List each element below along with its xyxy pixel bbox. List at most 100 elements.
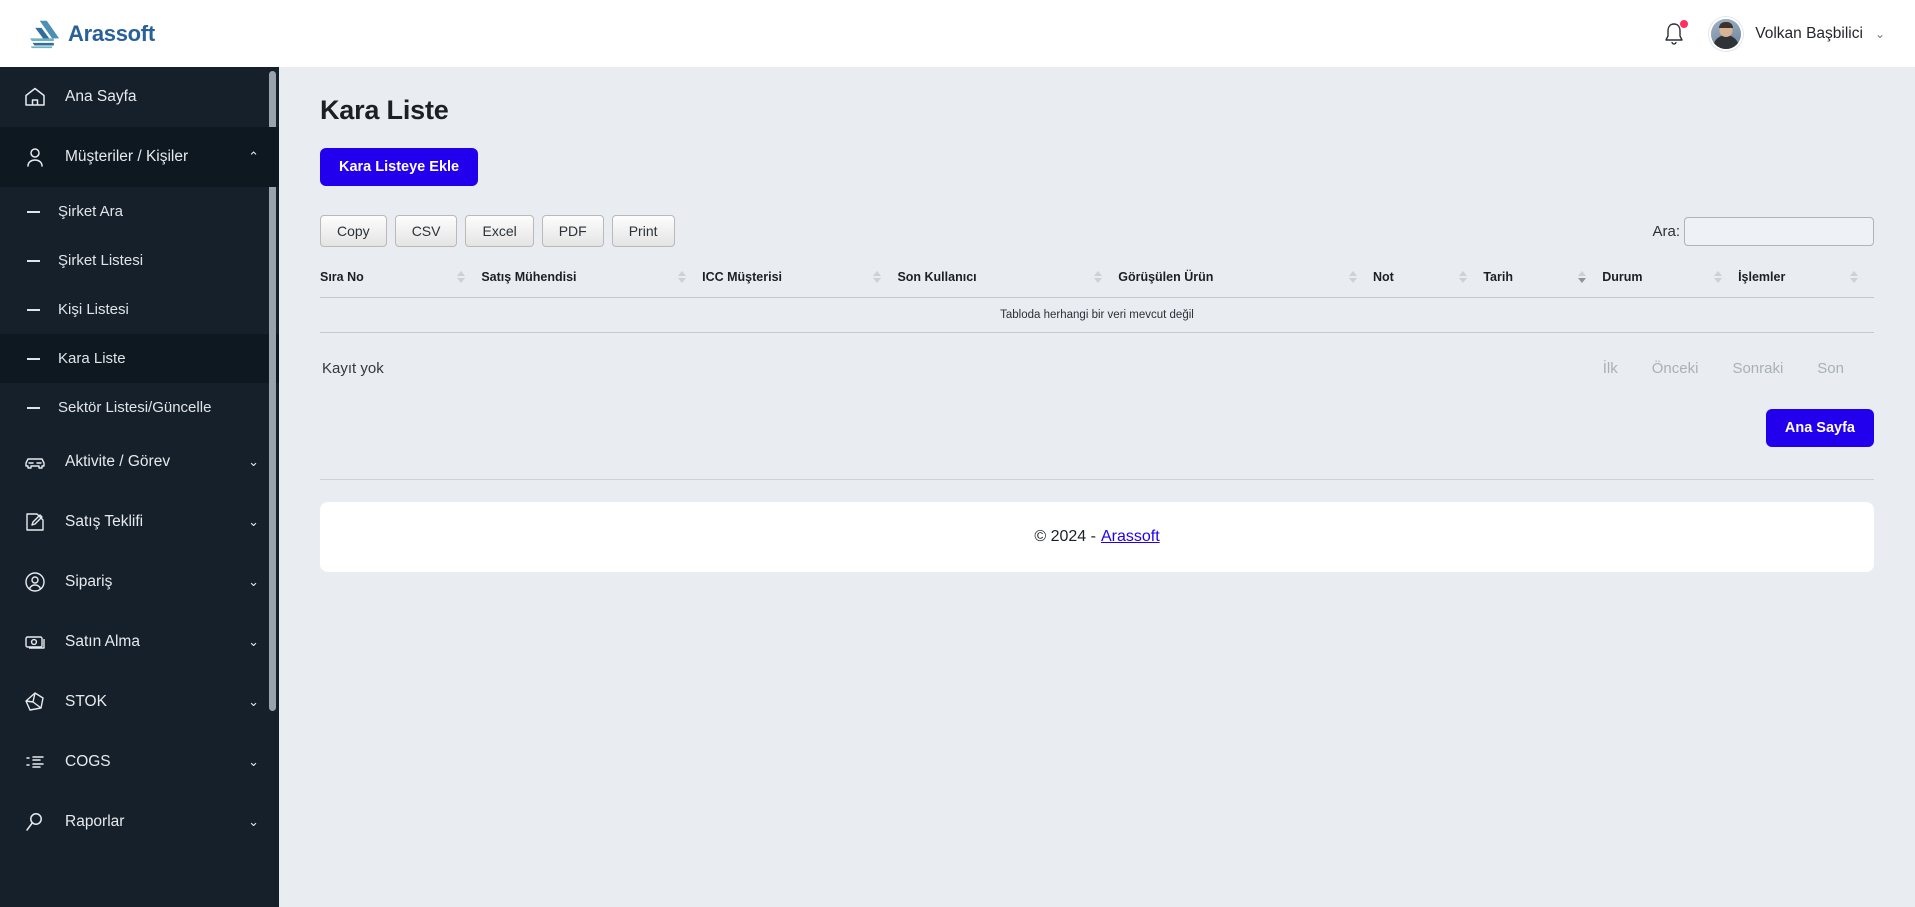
sidebar-label: Satış Teklifi xyxy=(65,513,144,530)
sidebar-sublabel: Şirket Listesi xyxy=(58,252,144,269)
col-icc-musterisi[interactable]: ICC Müşterisi xyxy=(702,270,898,298)
col-durum[interactable]: Durum xyxy=(1602,270,1739,298)
pagination-previous[interactable]: Önceki xyxy=(1652,360,1699,377)
footer: © 2024 - Arassoft xyxy=(320,502,1874,572)
user-menu[interactable]: Volkan Başbilici ⌄ xyxy=(1709,16,1885,51)
sidebar-label: Satın Alma xyxy=(65,633,140,650)
sidebar-label: COGS xyxy=(65,753,111,770)
sort-icon[interactable] xyxy=(457,271,466,283)
car-icon xyxy=(22,449,48,475)
sidebar-subitem-sirket-listesi[interactable]: Şirket Listesi xyxy=(0,236,279,285)
sidebar-item-aktivite-gorev[interactable]: Aktivite / Görev ⌄ xyxy=(0,432,279,492)
sidebar-subitem-kara-liste[interactable]: Kara Liste xyxy=(0,334,279,383)
dash-icon xyxy=(27,210,40,213)
sidebar-item-ana-sayfa[interactable]: Ana Sayfa xyxy=(0,67,279,127)
excel-button[interactable]: Excel xyxy=(465,215,534,247)
banknote-icon xyxy=(22,629,48,655)
col-not[interactable]: Not xyxy=(1372,270,1484,298)
sidebar-item-siparis[interactable]: Sipariş ⌄ xyxy=(0,552,279,612)
col-gorusulen-urun[interactable]: Görüşülen Ürün xyxy=(1118,270,1373,298)
avatar xyxy=(1709,16,1744,51)
sidebar: Ana Sayfa Müşteriler / Kişiler ⌃ Şirket … xyxy=(0,67,279,907)
record-info: Kayıt yok xyxy=(322,360,384,377)
sort-icon[interactable] xyxy=(1094,271,1103,283)
pagination-first[interactable]: İlk xyxy=(1603,360,1618,377)
add-to-blacklist-button[interactable]: Kara Listeye Ekle xyxy=(320,148,479,186)
sidebar-item-satis-teklifi[interactable]: Satış Teklifi ⌄ xyxy=(0,492,279,552)
chevron-down-icon: ⌄ xyxy=(248,634,259,649)
sort-icon-active-desc[interactable] xyxy=(1578,271,1587,283)
col-tarih[interactable]: Tarih xyxy=(1483,270,1603,298)
sidebar-subitem-sirket-ara[interactable]: Şirket Ara xyxy=(0,187,279,236)
arassoft-logo-icon xyxy=(30,20,60,48)
sidebar-sublabel: Kara Liste xyxy=(58,350,126,367)
home-button[interactable]: Ana Sayfa xyxy=(1765,409,1874,447)
sidebar-sublabel: Sektör Listesi/Güncelle xyxy=(58,399,212,416)
csv-button[interactable]: CSV xyxy=(394,215,458,247)
sort-icon[interactable] xyxy=(1348,271,1357,283)
table-empty-row: Tabloda herhangi bir veri mevcut değil xyxy=(320,297,1874,333)
sidebar-subitem-kisi-listesi[interactable]: Kişi Listesi xyxy=(0,285,279,334)
datatable-footer: Kayıt yok İlk Önceki Sonraki Son xyxy=(320,333,1874,377)
sort-icon[interactable] xyxy=(1459,271,1468,283)
chevron-down-icon: ⌄ xyxy=(1874,26,1885,41)
user-name: Volkan Başbilici xyxy=(1755,24,1863,42)
pagination-last[interactable]: Son xyxy=(1817,360,1844,377)
notifications-button[interactable] xyxy=(1661,19,1689,48)
dash-icon xyxy=(27,259,40,262)
brand-name: Arassoft xyxy=(68,20,155,46)
sort-icon[interactable] xyxy=(1850,271,1858,283)
chevron-down-icon: ⌄ xyxy=(248,574,259,589)
sidebar-label: Sipariş xyxy=(65,573,113,590)
notification-dot xyxy=(1680,19,1689,28)
dash-icon xyxy=(27,308,40,311)
table-header-row: Sıra No Satış Mühendisi ICC Müşterisi So… xyxy=(320,270,1874,298)
brand-logo-area[interactable]: Arassoft xyxy=(0,0,279,67)
sidebar-item-cogs[interactable]: COGS ⌄ xyxy=(0,732,279,792)
sidebar-item-raporlar[interactable]: Raporlar ⌄ xyxy=(0,792,279,852)
main-content: Kara Liste Kara Listeye Ekle Copy CSV Ex… xyxy=(279,67,1915,907)
footer-divider xyxy=(320,479,1874,480)
table-body: Tabloda herhangi bir veri mevcut değil xyxy=(320,297,1874,333)
pdf-button[interactable]: PDF xyxy=(541,215,604,247)
empty-message: Tabloda herhangi bir veri mevcut değil xyxy=(320,297,1874,333)
chevron-down-icon: ⌄ xyxy=(248,454,259,469)
page-title: Kara Liste xyxy=(320,95,449,125)
print-button[interactable]: Print xyxy=(611,215,675,247)
sidebar-sublabel: Şirket Ara xyxy=(58,203,124,220)
sidebar-label: Raporlar xyxy=(65,813,125,830)
sort-icon[interactable] xyxy=(1714,271,1723,283)
sidebar-label: Aktivite / Görev xyxy=(65,453,171,470)
col-islemler[interactable]: İşlemler xyxy=(1738,270,1874,298)
pagination-next[interactable]: Sonraki xyxy=(1732,360,1783,377)
search-group: Ara: xyxy=(1652,216,1874,246)
search-input[interactable] xyxy=(1684,216,1874,246)
export-buttons-group: Copy CSV Excel PDF Print xyxy=(320,215,675,247)
footer-brand-link[interactable]: Arassoft xyxy=(1101,528,1160,546)
sidebar-label: Ana Sayfa xyxy=(65,88,137,105)
sidebar-label: STOK xyxy=(65,693,107,710)
sidebar-item-satin-alma[interactable]: Satın Alma ⌄ xyxy=(0,612,279,672)
col-sira-no[interactable]: Sıra No xyxy=(320,270,482,298)
user-icon xyxy=(22,144,48,170)
sidebar-item-stok[interactable]: STOK ⌄ xyxy=(0,672,279,732)
col-son-kullanici[interactable]: Son Kullanıcı xyxy=(897,270,1119,298)
table-head: Sıra No Satış Mühendisi ICC Müşterisi So… xyxy=(320,270,1874,298)
copyright-text: © 2024 - xyxy=(1034,528,1096,545)
sidebar-subitem-sektor-listesi[interactable]: Sektör Listesi/Güncelle xyxy=(0,383,279,432)
datatable-container: Copy CSV Excel PDF Print Ara: Sıra No Sa… xyxy=(320,211,1874,377)
sort-icon[interactable] xyxy=(873,271,882,283)
edit-square-icon xyxy=(22,509,48,535)
chevron-down-icon: ⌄ xyxy=(248,814,259,829)
datatable-toolbar: Copy CSV Excel PDF Print Ara: xyxy=(320,211,1874,251)
cube-icon xyxy=(22,689,48,715)
copy-button[interactable]: Copy xyxy=(320,215,387,247)
col-satis-muhendisi[interactable]: Satış Mühendisi xyxy=(481,270,703,298)
search-label: Ara: xyxy=(1652,222,1680,240)
top-bar: Arassoft Volkan Başbilici ⌄ xyxy=(0,0,1915,67)
user-circle-icon xyxy=(22,569,48,595)
topbar-right-group: Volkan Başbilici ⌄ xyxy=(1661,16,1915,51)
sort-icon[interactable] xyxy=(678,271,687,283)
sidebar-item-musteriler-kisiler[interactable]: Müşteriler / Kişiler ⌃ xyxy=(0,127,279,187)
chevron-down-icon: ⌄ xyxy=(248,754,259,769)
